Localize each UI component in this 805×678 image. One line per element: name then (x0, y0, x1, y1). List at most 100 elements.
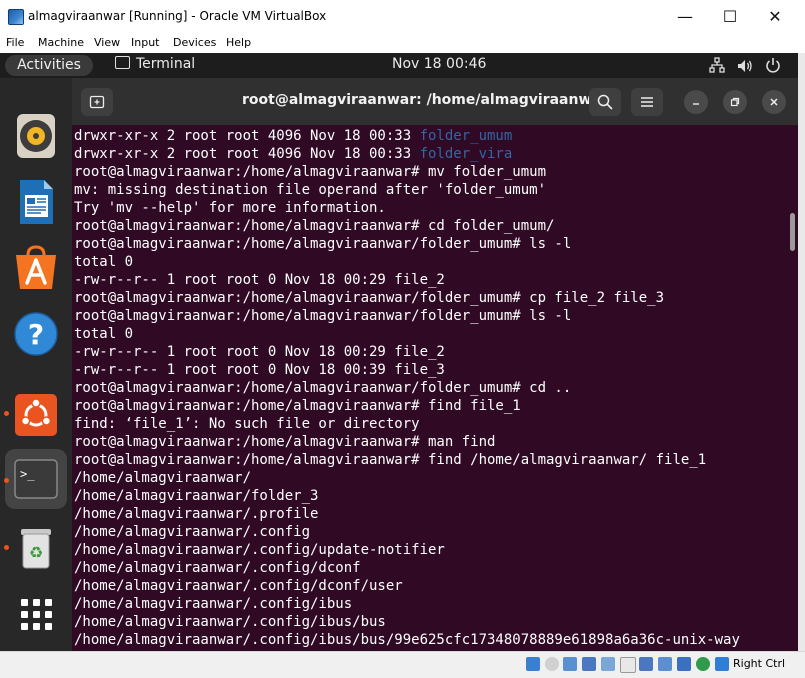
directory-name: folder_umum (419, 128, 513, 144)
terminal-line: root@almagviraanwar:/home/almagviraanwar… (74, 289, 740, 307)
terminal-line: root@almagviraanwar:/home/almagviraanwar… (74, 379, 740, 397)
ubuntu-software-icon[interactable] (11, 390, 61, 440)
recording-icon[interactable] (658, 657, 672, 671)
search-button[interactable] (589, 88, 621, 116)
guest-additions-icon[interactable] (696, 657, 710, 671)
vm-screen: Activities Terminal Nov 18 00:46 ? >_ ♻ … (0, 53, 798, 651)
show-apps-icon[interactable] (11, 589, 61, 639)
terminal-line: /home/almagviraanwar/.profile (74, 505, 740, 523)
menu-input[interactable]: Input (131, 36, 159, 49)
close-icon (770, 98, 778, 106)
terminal-line-text: root@almagviraanwar:/home/almagviraanwar… (74, 380, 572, 396)
host-titlebar: almagviraanwar [Running] - Oracle VM Vir… (0, 0, 805, 33)
close-button[interactable]: ✕ (764, 6, 786, 28)
terminal-line-text: root@almagviraanwar:/home/almagviraanwar… (74, 236, 572, 252)
usb-icon[interactable] (601, 657, 615, 671)
terminal-line: root@almagviraanwar:/home/almagviraanwar… (74, 397, 740, 415)
menu-button[interactable] (631, 88, 663, 116)
terminal-scrollbar[interactable] (790, 213, 795, 251)
terminal-minimize-button[interactable] (684, 90, 708, 114)
terminal-output[interactable]: drwxr-xr-x 2 root root 4096 Nov 18 00:33… (72, 125, 798, 651)
host-window-title: almagviraanwar [Running] - Oracle VM Vir… (28, 9, 327, 23)
terminal-line-text: drwxr-xr-x 2 root root 4096 Nov 18 00:33 (74, 128, 420, 144)
menu-machine[interactable]: Machine (38, 36, 84, 49)
terminal-line-text: /home/almagviraanwar/.config (74, 524, 311, 540)
maximize-button[interactable]: ☐ (719, 6, 741, 28)
terminal-line: /home/almagviraanwar/.config/ibus/bus (74, 613, 740, 631)
terminal-line: -rw-r--r-- 1 root root 0 Nov 18 00:29 fi… (74, 271, 740, 289)
terminal-line: root@almagviraanwar:/home/almagviraanwar… (74, 307, 740, 325)
help-icon[interactable]: ? (11, 309, 61, 359)
svg-text:♻: ♻ (29, 543, 43, 562)
power-icon[interactable] (765, 57, 781, 73)
terminal-line: /home/almagviraanwar/.config (74, 523, 740, 541)
clock[interactable]: Nov 18 00:46 (392, 56, 486, 72)
activities-button[interactable]: Activities (5, 55, 93, 76)
network-adapter-icon[interactable] (582, 657, 596, 671)
running-indicator (4, 545, 9, 550)
menu-file[interactable]: File (6, 36, 24, 49)
terminal-line: drwxr-xr-x 2 root root 4096 Nov 18 00:33… (74, 127, 740, 145)
host-key-icon[interactable] (715, 657, 729, 671)
terminal-maximize-button[interactable] (723, 90, 747, 114)
rhythmbox-icon[interactable] (11, 111, 61, 161)
terminal-line-text: root@almagviraanwar:/home/almagviraanwar… (74, 434, 496, 450)
audio-icon[interactable] (563, 657, 577, 671)
terminal-lines: drwxr-xr-x 2 root root 4096 Nov 18 00:33… (74, 127, 740, 649)
terminal-line-text: root@almagviraanwar:/home/almagviraanwar… (74, 218, 555, 234)
terminal-line: find: ‘file_1’: No such file or director… (74, 415, 740, 433)
terminal-line: /home/almagviraanwar/.config/ibus (74, 595, 740, 613)
terminal-line-text: -rw-r--r-- 1 root root 0 Nov 18 00:29 fi… (74, 344, 445, 360)
terminal-line: drwxr-xr-x 2 root root 4096 Nov 18 00:33… (74, 145, 740, 163)
terminal-line: root@almagviraanwar:/home/almagviraanwar… (74, 433, 740, 451)
minimize-icon (693, 103, 699, 105)
terminal-line: -rw-r--r-- 1 root root 0 Nov 18 00:29 fi… (74, 343, 740, 361)
minimize-button[interactable]: — (674, 6, 696, 28)
terminal-line: -rw-r--r-- 1 root root 0 Nov 18 00:39 fi… (74, 361, 740, 379)
terminal-line: root@almagviraanwar:/home/almagviraanwar… (74, 235, 740, 253)
hard-disk-icon[interactable] (526, 657, 540, 671)
terminal-icon[interactable]: >_ (11, 454, 61, 504)
terminal-line-text: total 0 (74, 254, 134, 270)
network-icon[interactable] (709, 57, 725, 73)
shared-folders-icon[interactable] (620, 657, 636, 673)
restore-icon (730, 97, 740, 107)
menu-devices[interactable]: Devices (173, 36, 216, 49)
app-center-icon[interactable] (11, 243, 61, 293)
hamburger-icon (641, 97, 653, 107)
terminal-line-text: Try 'mv --help' for more information. (74, 200, 386, 216)
terminal-line: mv: missing destination file operand aft… (74, 181, 740, 199)
terminal-line: /home/almagviraanwar/folder_3 (74, 487, 740, 505)
terminal-line-text: find: ‘file_1’: No such file or director… (74, 416, 420, 432)
volume-icon[interactable] (737, 58, 753, 74)
menu-view[interactable]: View (94, 36, 120, 49)
menu-help[interactable]: Help (226, 36, 251, 49)
terminal-line: root@almagviraanwar:/home/almagviraanwar… (74, 163, 740, 181)
terminal-line-text: /home/almagviraanwar/.config/ibus/bus (74, 614, 386, 630)
terminal-line: /home/almagviraanwar/.config/dconf (74, 559, 740, 577)
terminal-line-text: drwxr-xr-x 2 root root 4096 Nov 18 00:33 (74, 146, 420, 162)
terminal-close-button[interactable] (762, 90, 786, 114)
terminal-line-text: root@almagviraanwar:/home/almagviraanwar… (74, 308, 572, 324)
virtualbox-icon (8, 9, 24, 25)
terminal-line: total 0 (74, 325, 740, 343)
cpu-icon[interactable] (677, 657, 691, 671)
terminal-line-text: root@almagviraanwar:/home/almagviraanwar… (74, 164, 547, 180)
host-menubar: File Machine View Input Devices Help (0, 33, 805, 53)
terminal-line-text: /home/almagviraanwar/.config/update-noti… (74, 542, 445, 558)
terminal-line-text: -rw-r--r-- 1 root root 0 Nov 18 00:39 fi… (74, 362, 445, 378)
terminal-line-text: /home/almagviraanwar/.config/ibus (74, 596, 353, 612)
new-tab-button[interactable] (81, 88, 113, 116)
terminal-line-text: /home/almagviraanwar/.config/dconf (74, 560, 361, 576)
display-icon[interactable] (639, 657, 653, 671)
search-icon (597, 94, 613, 110)
app-menu[interactable]: Terminal (115, 56, 195, 72)
terminal-line-text: /home/almagviraanwar/.profile (74, 506, 319, 522)
trash-icon[interactable]: ♻ (11, 522, 61, 572)
terminal-line: /home/almagviraanwar/ (74, 469, 740, 487)
terminal-line-text: mv: missing destination file operand aft… (74, 182, 547, 198)
terminal-line-text: root@almagviraanwar:/home/almagviraanwar… (74, 290, 665, 306)
terminal-line-text: /home/almagviraanwar/ (74, 470, 252, 486)
optical-drive-icon[interactable] (545, 657, 559, 671)
writer-icon[interactable] (11, 177, 61, 227)
